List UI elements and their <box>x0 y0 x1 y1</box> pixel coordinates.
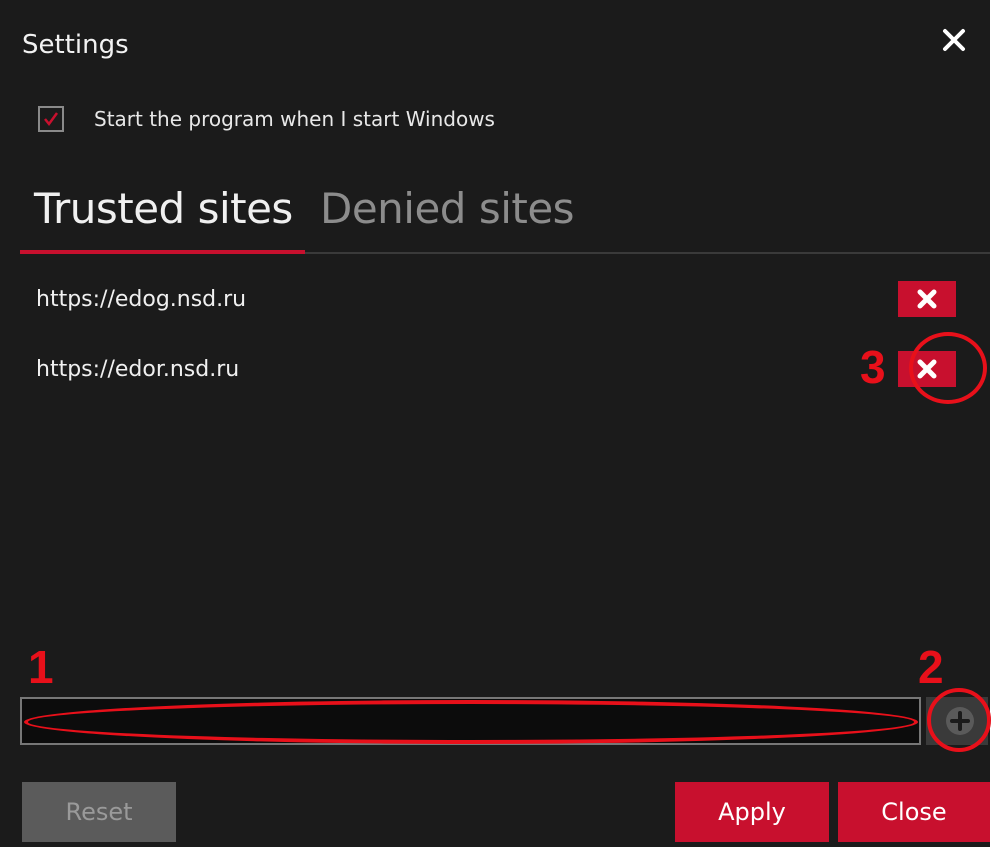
site-tabs: Trusted sites Denied sites <box>20 180 990 254</box>
site-url: https://edog.nsd.ru <box>36 287 247 312</box>
close-button[interactable]: Close <box>838 782 990 842</box>
tab-denied-sites[interactable]: Denied sites <box>320 184 575 233</box>
annotation-ring-input <box>24 700 918 744</box>
annotation-marker-2: 2 <box>918 641 944 693</box>
annotation-ring-add <box>927 688 991 752</box>
annotation-marker-1: 1 <box>28 641 54 693</box>
remove-icon <box>917 289 937 309</box>
dialog-title: Settings <box>22 30 129 60</box>
list-item: https://edog.nsd.ru <box>36 281 956 321</box>
close-icon[interactable] <box>936 22 972 58</box>
startup-checkbox[interactable] <box>38 106 64 132</box>
settings-dialog: Settings Start the program when I start … <box>0 0 995 851</box>
checkmark-icon <box>44 112 59 127</box>
startup-option: Start the program when I start Windows <box>38 106 495 132</box>
tab-trusted-sites[interactable]: Trusted sites <box>34 184 293 233</box>
reset-button[interactable]: Reset <box>22 782 176 842</box>
list-item: https://edor.nsd.ru <box>36 351 956 391</box>
site-url: https://edor.nsd.ru <box>36 357 240 382</box>
annotation-marker-3: 3 <box>860 341 886 393</box>
startup-checkbox-label: Start the program when I start Windows <box>94 107 495 131</box>
apply-button[interactable]: Apply <box>675 782 829 842</box>
remove-site-button[interactable] <box>898 281 956 317</box>
active-tab-indicator <box>20 250 305 254</box>
annotation-ring-remove <box>909 332 987 404</box>
